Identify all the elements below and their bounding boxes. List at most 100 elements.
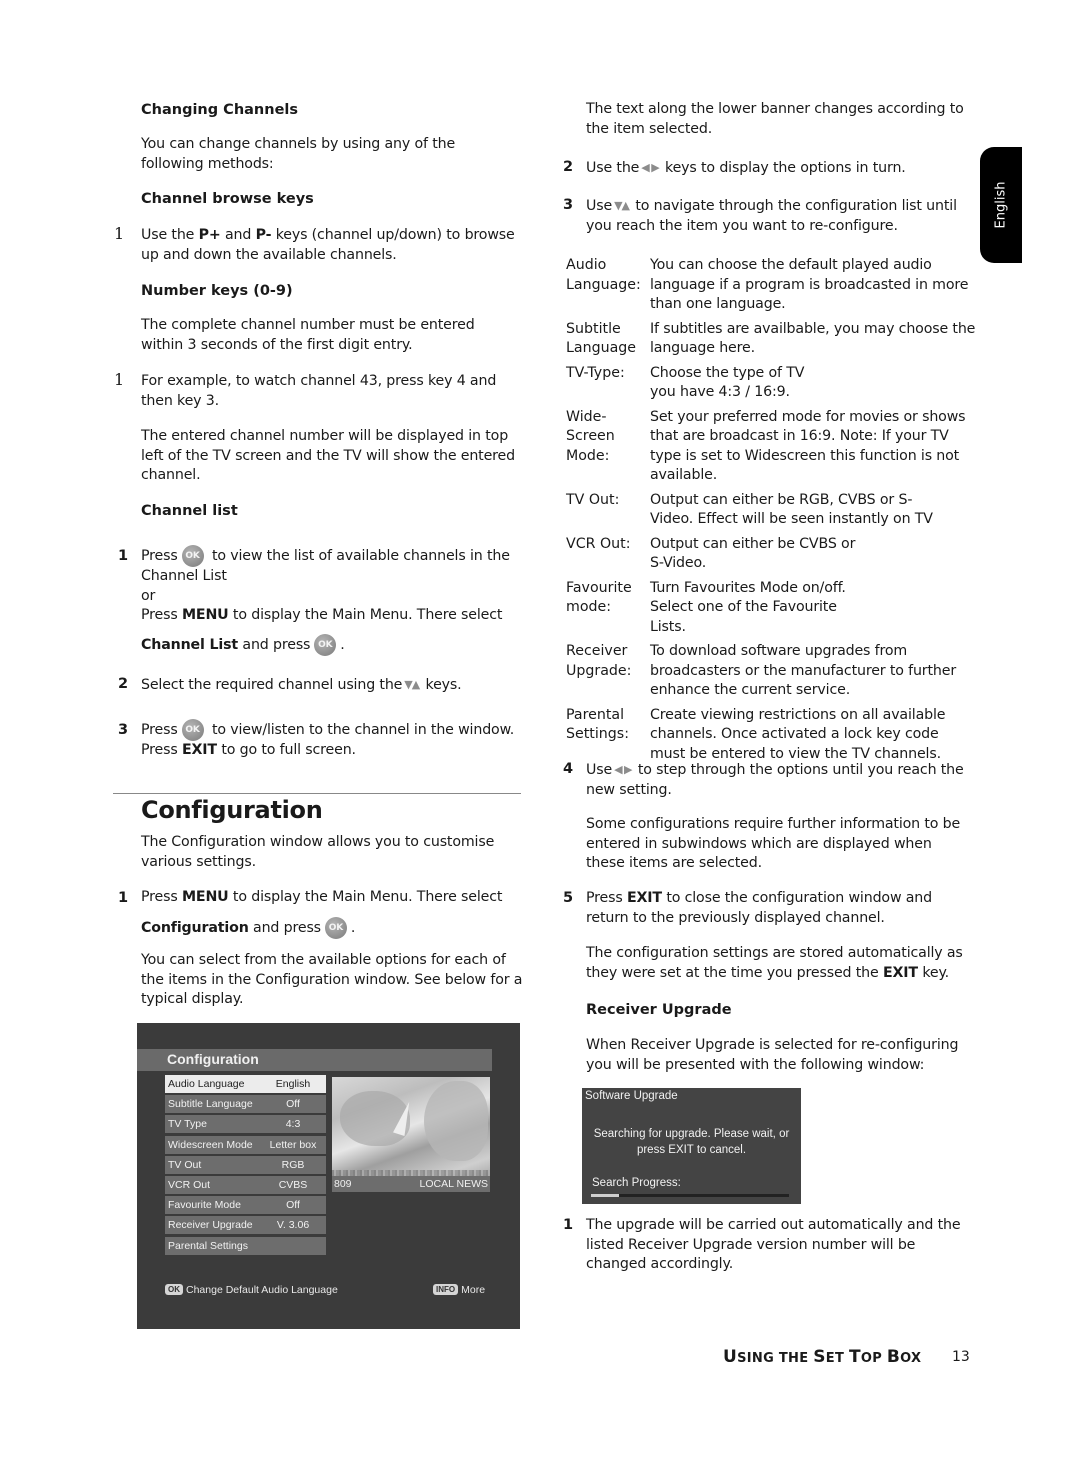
definition-desc: Set your preferred mode for movies or sh… (650, 408, 966, 484)
configuration-menu-item: Configuration (141, 919, 249, 936)
p-plus-key: P+ (198, 227, 221, 243)
receiver-upgrade-step: The upgrade will be carried out automati… (586, 1217, 961, 1272)
step-number: 5 (563, 890, 574, 906)
changing-channels-heading: Changing Channels (141, 102, 299, 118)
definition-row: Subtitle Language If subtitles are availb… (566, 320, 976, 359)
channel-list-step-1: Press OK to view the list of available ch… (141, 545, 531, 656)
hint-text: Change Default Audio Language (186, 1284, 338, 1296)
channel-name: LOCAL NEWS (419, 1178, 488, 1190)
exit-key: EXIT (882, 964, 918, 981)
menu-key: MENU (181, 889, 229, 905)
footer-hint-left: OK Change Default Audio Language (165, 1284, 338, 1296)
progress-label: Search Progress: (592, 1177, 681, 1189)
subwindows-para: Some configurations require further info… (586, 816, 961, 871)
text: Use the (141, 227, 199, 243)
row-label: Audio Language (168, 1078, 245, 1090)
text: ET (825, 1351, 849, 1366)
menu-row-tv-out[interactable]: TV Out RGB (165, 1155, 326, 1174)
number-keys-step: For example, to watch channel 43, press … (141, 373, 497, 409)
number-keys-para-1: The complete channel number must be ente… (141, 317, 475, 353)
text: Press (141, 607, 182, 623)
right-step-5: Press EXIT to close the configuration wi… (586, 889, 971, 928)
ok-button-icon: OK (324, 916, 347, 939)
text: Use (586, 762, 613, 778)
definition-row: Audio Language: You can choose the defaul… (566, 256, 976, 315)
message-line: Searching for upgrade. Please wait, or (593, 1128, 790, 1140)
step-number: 2 (563, 159, 574, 175)
row-label: Subtitle Language (168, 1098, 253, 1111)
up-down-arrows-icon: ▼▲ (404, 678, 420, 691)
right-step-4: Use ◀ ▶ to step through the options until… (586, 760, 971, 800)
number-keys-heading: Number keys (0-9) (141, 283, 293, 299)
configuration-intro: The Configuration window allows you to c… (141, 834, 495, 870)
configuration-para: You can select from the available option… (141, 952, 523, 1007)
row-value (260, 1237, 326, 1255)
text: Press (141, 722, 178, 738)
channel-list-step-3: Press OK to view/listen to the channel in… (141, 719, 531, 761)
channel-preview-image (332, 1077, 490, 1192)
definition-desc: Output can either be RGB, CVBS or S-Vide… (650, 491, 933, 528)
search-progress-fill (591, 1194, 619, 1197)
text: OP (860, 1351, 887, 1366)
configuration-step-1: Press MENU to display the Main Menu. The… (141, 888, 531, 939)
ok-button-icon: OK (314, 633, 337, 656)
text: Select the required channel using the (141, 677, 403, 693)
text: to display the Main Menu. There select (228, 607, 503, 623)
stored-para: The configuration settings are stored au… (586, 944, 971, 983)
manual-page: English Changing Channels You can change… (0, 0, 1080, 1477)
step-number: 4 (563, 761, 574, 777)
definition-desc: Output can either be CVBS or S-Video. (650, 535, 856, 572)
step-number: 1 (563, 1217, 574, 1233)
definition-row: Parental Settings: Create viewing restric… (566, 706, 976, 765)
definition-row: Receiver Upgrade: To download software up… (566, 642, 976, 701)
definition-desc: Create viewing restrictions on all avail… (650, 706, 946, 762)
step-marker: 1 (114, 224, 125, 243)
exit-key: EXIT (181, 742, 217, 758)
step-number: 2 (118, 676, 129, 692)
definition-row: TV Out: Output can either be RGB, CVBS or… (566, 491, 976, 530)
section-footer: USING THE SET TOP BOX (723, 1347, 921, 1367)
text: OX (900, 1351, 922, 1366)
footer-hint-right: INFO More (433, 1284, 485, 1296)
row-value: Off (286, 1098, 300, 1111)
row-label: Parental Settings (168, 1239, 248, 1252)
menu-row-receiver-upgrade[interactable]: Receiver Upgrade V. 3.06 (165, 1216, 326, 1235)
right-step-3: Use ▼▲ to navigate through the configurat… (586, 196, 971, 236)
text: Use (586, 198, 613, 214)
text: Press (141, 548, 178, 564)
menu-row-parental-settings[interactable]: Parental Settings (165, 1236, 326, 1255)
receiver-upgrade-intro: When Receiver Upgrade is selected for re… (586, 1037, 959, 1073)
row-label: TV Type (168, 1118, 207, 1131)
definition-row: VCR Out: Output can either be CVBS or S-V… (566, 535, 976, 574)
menu-row-audio-language[interactable]: Audio Language English (165, 1075, 326, 1093)
section-divider (113, 793, 521, 794)
rhino-shape (424, 1081, 488, 1161)
definition-term: Subtitle Language (566, 320, 637, 357)
menu-row-vcr-out[interactable]: VCR Out CVBS (165, 1175, 326, 1194)
text: to navigate through the configuration li… (586, 198, 957, 234)
message-line: press EXIT to cancel. (636, 1144, 747, 1156)
text: to view/listen to the channel in the win… (207, 722, 515, 738)
menu-row-tv-type[interactable]: TV Type 4:3 (165, 1115, 326, 1134)
step-number: 1 (118, 890, 129, 906)
text: Press (141, 742, 182, 758)
definition-row: Favourite mode: Turn Favourites Mode on/o… (566, 579, 976, 638)
text: T (848, 1347, 861, 1367)
browse-keys-text: Use the P+ and P- keys (channel up/down)… (141, 226, 523, 265)
menu-row-widescreen-mode[interactable]: Widescreen Mode Letter box (165, 1135, 326, 1154)
definition-desc: You can choose the default played audio … (650, 257, 969, 312)
row-value: Off (286, 1199, 300, 1212)
menu-row-favourite-mode[interactable]: Favourite Mode Off (165, 1196, 326, 1215)
up-down-arrows-icon: ▼▲ (614, 199, 630, 212)
number-keys-para-2: The entered channel number will be displ… (141, 428, 515, 483)
text: U (723, 1347, 738, 1367)
row-value: CVBS (278, 1178, 308, 1191)
text: and press (238, 636, 311, 653)
menu-row-subtitle-language[interactable]: Subtitle Language Off (165, 1095, 326, 1114)
row-label: TV Out (168, 1158, 202, 1171)
text: Press (141, 889, 182, 905)
banner-intro: The text along the lower banner changes … (586, 101, 964, 137)
step-marker: 1 (114, 370, 125, 389)
right-step-2: Use the ◀ ▶ keys to display the options i… (586, 158, 971, 179)
definition-term: TV-Type: (566, 364, 625, 381)
